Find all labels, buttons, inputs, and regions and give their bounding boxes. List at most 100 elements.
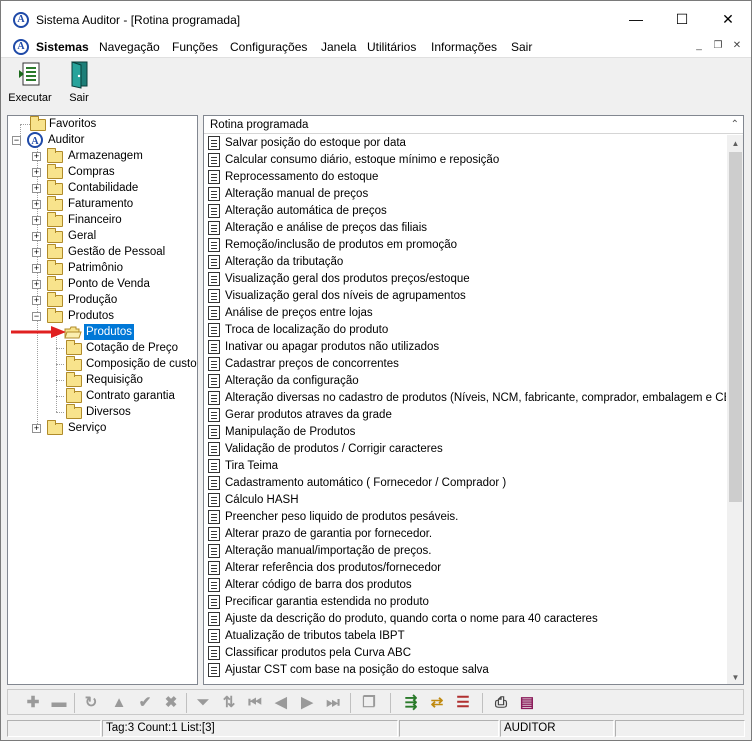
print-icon[interactable]: ⎙	[492, 694, 510, 712]
routine-row[interactable]: Visualização geral dos produtos preços/e…	[208, 271, 726, 288]
tree-item-gestao-de-pessoal[interactable]: + Gestão de Pessoal	[32, 244, 192, 260]
minimize-button[interactable]: —	[613, 1, 659, 37]
post-check-icon[interactable]: ✔	[136, 694, 154, 712]
menu-configuracoes[interactable]: Configurações	[230, 40, 307, 54]
expand-toggle[interactable]: +	[32, 424, 41, 433]
close-button[interactable]: ✕	[705, 1, 751, 37]
menu-sistemas[interactable]: Sistemas	[36, 40, 89, 54]
routine-row[interactable]: Alteração manual de preços	[208, 186, 726, 203]
tree-item-financeiro[interactable]: + Financeiro	[32, 212, 192, 228]
menu-sair[interactable]: Sair	[511, 40, 532, 54]
tree-item-ponto-de-venda[interactable]: + Ponto de Venda	[32, 276, 192, 292]
scroll-up-arrow-icon[interactable]: ▲	[727, 135, 743, 152]
routine-row[interactable]: Alterar referência dos produtos/forneced…	[208, 560, 726, 577]
routine-row[interactable]: Reprocessamento do estoque	[208, 169, 726, 186]
last-record-icon[interactable]: ⏭	[324, 694, 342, 712]
insert-record-icon[interactable]: ✚	[24, 694, 42, 712]
routine-row[interactable]: Preencher peso liquido de produtos pesáv…	[208, 509, 726, 526]
triangle-up-icon[interactable]: ▲	[110, 694, 128, 712]
tree-item-servico[interactable]: + Serviço	[32, 420, 192, 436]
routine-row[interactable]: Validação de produtos / Corrigir caracte…	[208, 441, 726, 458]
copy-icon[interactable]: ❐	[360, 694, 378, 712]
routine-row[interactable]: Tira Teima	[208, 458, 726, 475]
expand-toggle[interactable]: +	[32, 152, 41, 161]
mdi-minimize-button[interactable]: _	[691, 40, 707, 54]
routine-row[interactable]: Alterar prazo de garantia por fornecedor…	[208, 526, 726, 543]
routine-row[interactable]: Calcular consumo diário, estoque mínimo …	[208, 152, 726, 169]
tree-item-produtos-selected[interactable]: Produtos	[64, 324, 194, 340]
routine-row[interactable]: Salvar posição do estoque por data	[208, 135, 726, 152]
routine-row[interactable]: Alteração manual/importação de preços.	[208, 543, 726, 560]
menu-janela[interactable]: Janela	[321, 40, 356, 54]
routine-row[interactable]: Alteração da configuração	[208, 373, 726, 390]
routine-row[interactable]: Análise de preços entre lojas	[208, 305, 726, 322]
collapse-toggle[interactable]: −	[32, 312, 41, 321]
routine-row[interactable]: Cadastrar preços de concorrentes	[208, 356, 726, 373]
refresh-icon[interactable]: ↻	[82, 694, 100, 712]
menu-utilitarios[interactable]: Utilitários	[367, 40, 416, 54]
transfer-icon[interactable]: ⇄	[428, 694, 446, 712]
expand-toggle[interactable]: +	[32, 296, 41, 305]
routine-row[interactable]: Precificar garantia estendida no produto	[208, 594, 726, 611]
delete-record-icon[interactable]: ▬	[50, 694, 68, 712]
expand-toggle[interactable]: +	[32, 232, 41, 241]
prior-record-icon[interactable]: ◀	[272, 694, 290, 712]
routine-row[interactable]: Troca de localização do produto	[208, 322, 726, 339]
routine-row[interactable]: Inativar ou apagar produtos não utilizad…	[208, 339, 726, 356]
column-header[interactable]: Rotina programada ⌃	[204, 116, 743, 134]
execute-button[interactable]: Executar	[7, 60, 53, 110]
tree-item-produtos[interactable]: − Produtos	[32, 308, 192, 324]
routine-row[interactable]: Cálculo HASH	[208, 492, 726, 509]
cancel-x-icon[interactable]: ✖	[162, 694, 180, 712]
routine-row[interactable]: Alteração da tributação	[208, 254, 726, 271]
filter-icon[interactable]: ⏷	[194, 694, 212, 712]
tree-item-geral[interactable]: + Geral	[32, 228, 192, 244]
routine-row[interactable]: Ajuste da descrição do produto, quando c…	[208, 611, 726, 628]
navigation-tree[interactable]: Favoritos − A Auditor + Armazenagem + Co…	[7, 115, 198, 685]
list-options-icon[interactable]: ☰	[454, 694, 472, 712]
routine-row[interactable]: Classificar produtos pela Curva ABC	[208, 645, 726, 662]
expand-toggle[interactable]: +	[32, 248, 41, 257]
mdi-restore-button[interactable]: ❐	[710, 40, 726, 54]
expand-toggle[interactable]: +	[32, 216, 41, 225]
expand-toggle[interactable]: +	[32, 200, 41, 209]
exit-button[interactable]: Sair	[61, 60, 97, 110]
routine-row[interactable]: Manipulação de Produtos	[208, 424, 726, 441]
menu-funcoes[interactable]: Funções	[172, 40, 218, 54]
tree-item-requisicao[interactable]: Requisição	[64, 372, 194, 388]
next-record-icon[interactable]: ▶	[298, 694, 316, 712]
first-record-icon[interactable]: ⏮	[246, 694, 264, 712]
collapse-toggle[interactable]: −	[12, 136, 21, 145]
expand-toggle[interactable]: +	[32, 168, 41, 177]
routine-row[interactable]: Alterar código de barra dos produtos	[208, 577, 726, 594]
routine-row[interactable]: Alteração automática de preços	[208, 203, 726, 220]
menu-navegacao[interactable]: Navegação	[99, 40, 160, 54]
routine-row[interactable]: Cadastramento automático ( Fornecedor / …	[208, 475, 726, 492]
tree-item-cotacao-de-preco[interactable]: Cotação de Preço	[64, 340, 194, 356]
mdi-system-icon[interactable]: A	[13, 39, 29, 55]
routine-row[interactable]: Atualização de tributos tabela IBPT	[208, 628, 726, 645]
routine-list[interactable]: Salvar posição do estoque por data Calcul…	[204, 135, 726, 684]
report-icon[interactable]: ▤	[518, 694, 536, 712]
vertical-scrollbar[interactable]: ▲ ▼	[727, 135, 743, 684]
tree-item-contrato-garantia[interactable]: Contrato garantia	[64, 388, 194, 404]
tree-item-auditor[interactable]: − A Auditor	[12, 132, 192, 148]
routine-row[interactable]: Alteração diversas no cadastro de produt…	[208, 390, 726, 407]
export-list-icon[interactable]: ⇶	[402, 694, 420, 712]
expand-toggle[interactable]: +	[32, 264, 41, 273]
tree-item-compras[interactable]: + Compras	[32, 164, 192, 180]
routine-row[interactable]: Gerar produtos atraves da grade	[208, 407, 726, 424]
routine-row[interactable]: Remoção/inclusão de produtos em promoção	[208, 237, 726, 254]
tree-item-armazenagem[interactable]: + Armazenagem	[32, 148, 192, 164]
expand-toggle[interactable]: +	[32, 280, 41, 289]
menu-informacoes[interactable]: Informações	[431, 40, 497, 54]
routine-row[interactable]: Visualização geral dos níveis de agrupam…	[208, 288, 726, 305]
scroll-thumb[interactable]	[729, 152, 742, 502]
tree-item-contabilidade[interactable]: + Contabilidade	[32, 180, 192, 196]
mdi-close-button[interactable]: ✕	[729, 40, 745, 54]
tree-item-patrimonio[interactable]: + Patrimônio	[32, 260, 192, 276]
sort-icon[interactable]: ⇅	[220, 694, 238, 712]
expand-toggle[interactable]: +	[32, 184, 41, 193]
tree-item-composicao-de-custo[interactable]: Composição de custo	[64, 356, 197, 372]
tree-item-diversos[interactable]: Diversos	[64, 404, 194, 420]
